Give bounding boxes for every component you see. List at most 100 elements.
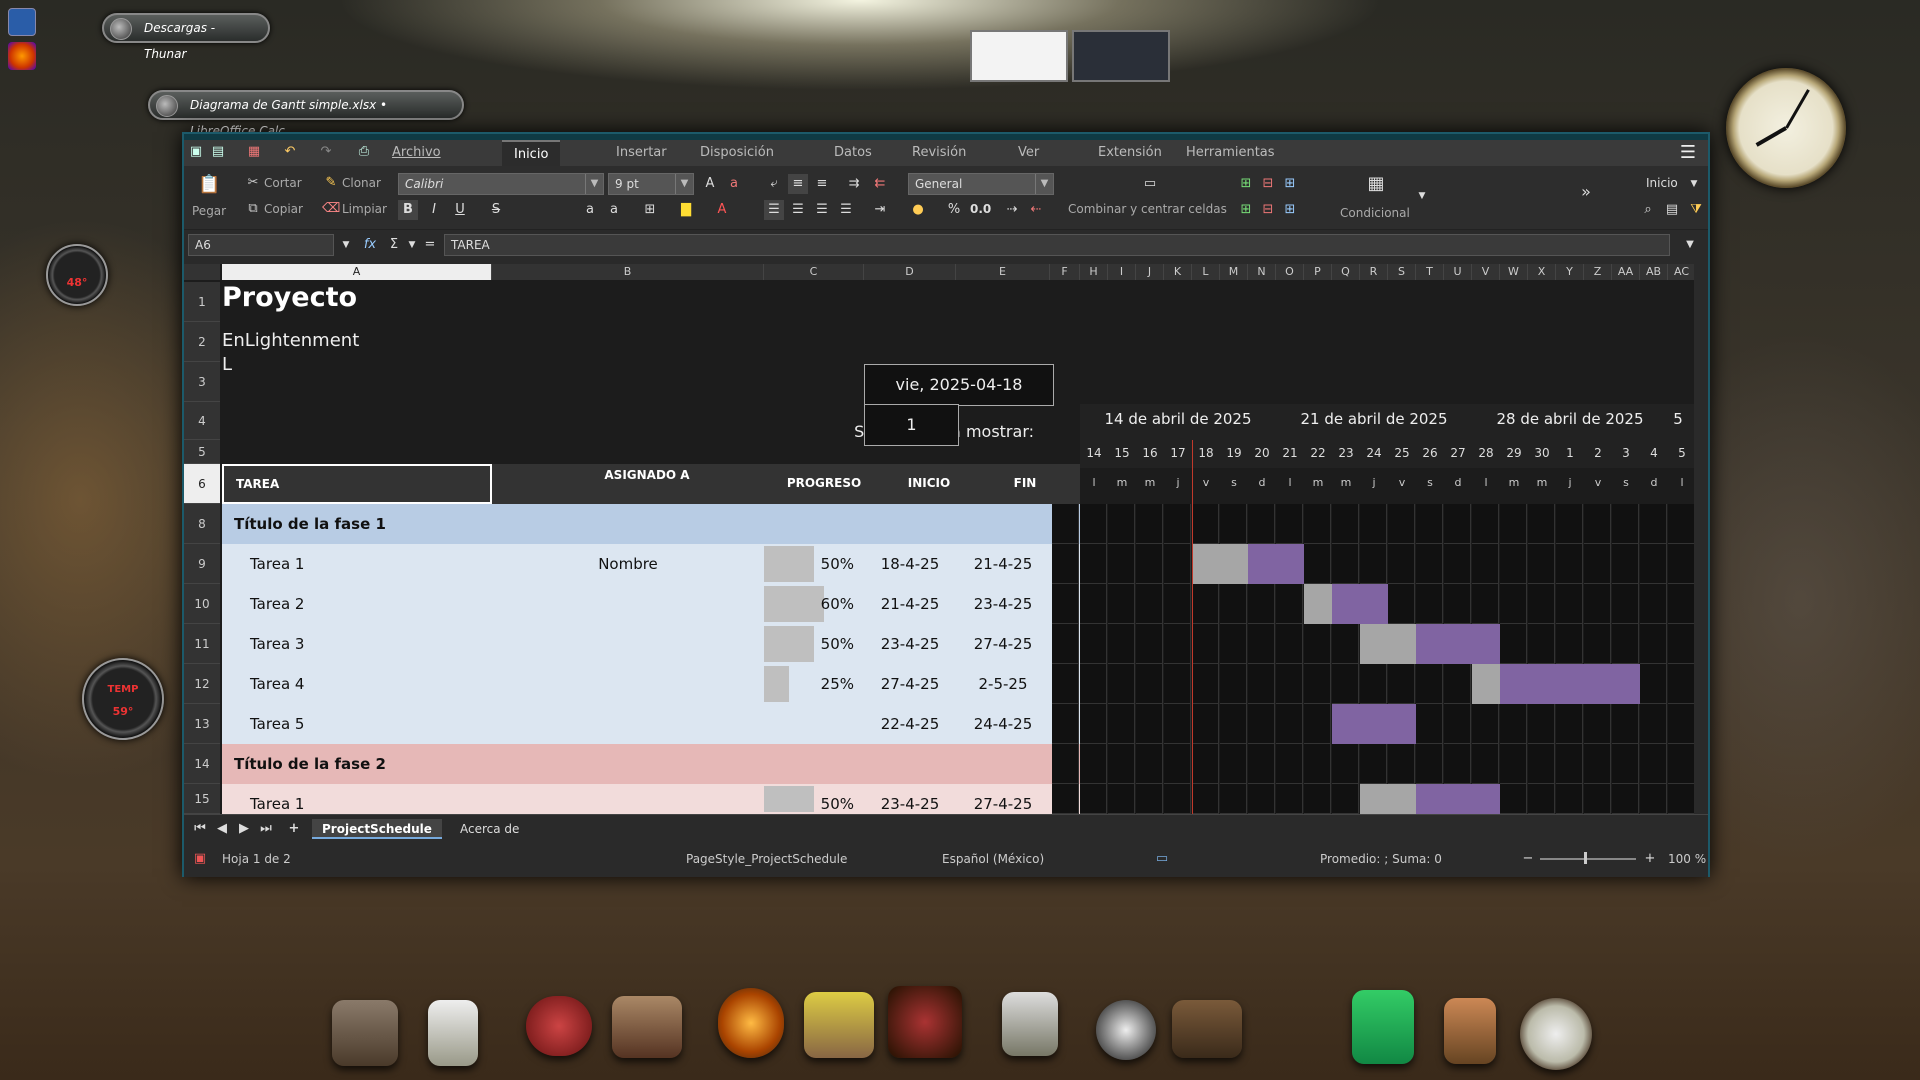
task-progress[interactable]: 50% — [764, 624, 854, 664]
gantt-cell[interactable] — [1500, 544, 1527, 584]
number-format-combo[interactable]: General ▼ — [908, 173, 1054, 195]
dock-notes-icon[interactable] — [428, 1000, 478, 1066]
table-icon[interactable]: ⊞ — [1280, 174, 1300, 194]
gantt-cell[interactable] — [1276, 704, 1303, 744]
week-label[interactable]: 28 de abril de 2025 — [1472, 410, 1668, 428]
superscript-icon[interactable]: a — [580, 200, 600, 220]
column-header-t[interactable]: T — [1416, 264, 1444, 280]
gantt-cell[interactable] — [1304, 624, 1331, 664]
gantt-cell[interactable] — [1500, 624, 1527, 664]
chevron-down-icon[interactable]: ▼ — [675, 174, 693, 194]
gantt-cell[interactable] — [1304, 704, 1331, 744]
menu-tab-revisin[interactable]: Revisión — [900, 140, 978, 166]
gantt-cell[interactable] — [1444, 704, 1471, 744]
prev-sheet-icon[interactable]: ◀ — [212, 819, 232, 839]
gantt-cell[interactable] — [1080, 664, 1107, 704]
weekday-letter[interactable]: d — [1640, 476, 1668, 489]
task-end[interactable]: 24-4-25 — [956, 704, 1050, 744]
next-sheet-icon[interactable]: ▶ — [234, 819, 254, 839]
gantt-cell[interactable] — [1248, 504, 1275, 544]
font-color-icon[interactable]: A — [712, 200, 732, 220]
column-header-q[interactable]: Q — [1332, 264, 1360, 280]
gantt-cell[interactable] — [1416, 664, 1443, 704]
zoom-level[interactable]: 100 % — [1668, 852, 1706, 866]
gantt-cell[interactable] — [1304, 504, 1331, 544]
row-header-15[interactable]: 15 — [184, 784, 220, 814]
weekday-letter[interactable]: v — [1192, 476, 1220, 489]
row-header-10[interactable]: 10 — [184, 584, 220, 624]
gantt-cell[interactable] — [1332, 784, 1359, 814]
column-header-i[interactable]: I — [1108, 264, 1136, 280]
wrap-text-icon[interactable]: ⤶ — [764, 174, 784, 194]
task-end[interactable]: 21-4-25 — [956, 544, 1050, 584]
gantt-cell[interactable] — [1584, 784, 1611, 814]
gantt-cell[interactable] — [1612, 744, 1639, 784]
gantt-cell[interactable] — [1108, 624, 1135, 664]
day-number[interactable]: 25 — [1388, 446, 1416, 460]
column-header-ab[interactable]: AB — [1640, 264, 1668, 280]
day-number[interactable]: 30 — [1528, 446, 1556, 460]
gantt-cell[interactable] — [1472, 584, 1499, 624]
styles-icon[interactable]: ▤ — [1662, 200, 1682, 220]
gantt-cell[interactable] — [1612, 784, 1639, 814]
menu-tab-archivo[interactable]: Archivo — [380, 140, 453, 166]
dock-trash-icon[interactable] — [1444, 998, 1496, 1064]
task-assigned[interactable] — [492, 584, 764, 624]
header-progress[interactable]: PROGRESO — [764, 476, 884, 490]
page-style[interactable]: PageStyle_ProjectSchedule — [686, 852, 847, 866]
chevron-down-icon[interactable]: ▼ — [402, 235, 422, 255]
percent-icon[interactable]: % — [944, 200, 964, 220]
gantt-cell[interactable] — [1444, 504, 1471, 544]
gantt-cell[interactable] — [1108, 504, 1135, 544]
gantt-cell[interactable] — [1304, 544, 1331, 584]
week-label[interactable]: 14 de abril de 2025 — [1080, 410, 1276, 428]
task-start[interactable]: 23-4-25 — [864, 784, 956, 814]
expand-formula-icon[interactable]: ▼ — [1680, 235, 1700, 255]
gantt-cell[interactable] — [1612, 584, 1639, 624]
gantt-cell[interactable] — [1612, 504, 1639, 544]
gantt-cell[interactable] — [1276, 664, 1303, 704]
paste-button[interactable]: Pegar — [192, 204, 226, 218]
row-header-5[interactable]: 5 — [184, 440, 220, 464]
delete-cells-icon[interactable]: ⊟ — [1258, 174, 1278, 194]
gantt-cell[interactable] — [1640, 704, 1667, 744]
insert-column-icon[interactable]: ⊞ — [1236, 200, 1256, 220]
gantt-cell[interactable] — [1472, 744, 1499, 784]
hamburger-menu-icon[interactable]: ☰ — [1676, 142, 1700, 164]
gantt-cell[interactable] — [1192, 744, 1219, 784]
menu-tab-extensin[interactable]: Extensión — [1086, 140, 1174, 166]
gantt-cell[interactable] — [1136, 624, 1163, 664]
gantt-cell[interactable] — [1220, 624, 1247, 664]
weekday-letter[interactable]: m — [1304, 476, 1332, 489]
weekday-letter[interactable]: m — [1136, 476, 1164, 489]
day-number[interactable]: 28 — [1472, 446, 1500, 460]
gantt-cell[interactable] — [1444, 664, 1471, 704]
gantt-cell[interactable] — [1136, 704, 1163, 744]
justify-icon[interactable]: ☰ — [836, 200, 856, 220]
header-assigned[interactable]: ASIGNADO A — [604, 468, 690, 482]
gantt-cell[interactable] — [1164, 784, 1191, 814]
gantt-cell[interactable] — [1192, 624, 1219, 664]
gantt-cell[interactable] — [1528, 784, 1555, 814]
cut-icon[interactable]: ✂ — [244, 174, 262, 192]
column-header-n[interactable]: N — [1248, 264, 1276, 280]
gantt-cell[interactable] — [1500, 784, 1527, 814]
gantt-cell[interactable] — [1360, 744, 1387, 784]
row-header-3[interactable]: 3 — [184, 362, 220, 402]
gantt-cell[interactable] — [1444, 744, 1471, 784]
header-task[interactable]: TAREA — [222, 464, 492, 504]
dock-calc-icon[interactable] — [1352, 990, 1414, 1064]
gantt-cell[interactable] — [1276, 584, 1303, 624]
project-name-line2[interactable]: L — [222, 354, 232, 375]
task-progress[interactable]: 50% — [764, 784, 854, 814]
dock-clock-icon[interactable] — [1520, 998, 1592, 1070]
task-end[interactable]: 23-4-25 — [956, 584, 1050, 624]
week-label[interactable]: 5 — [1668, 410, 1688, 428]
sum-icon[interactable]: Σ — [384, 235, 404, 255]
conditional-format-icon[interactable]: ▦ — [1364, 174, 1388, 198]
zoom-slider-handle[interactable] — [1584, 852, 1587, 864]
column-header-u[interactable]: U — [1444, 264, 1472, 280]
row-header-6[interactable]: 6 — [184, 464, 220, 504]
gantt-cell[interactable] — [1192, 704, 1219, 744]
dock-media-icon[interactable] — [888, 986, 962, 1058]
